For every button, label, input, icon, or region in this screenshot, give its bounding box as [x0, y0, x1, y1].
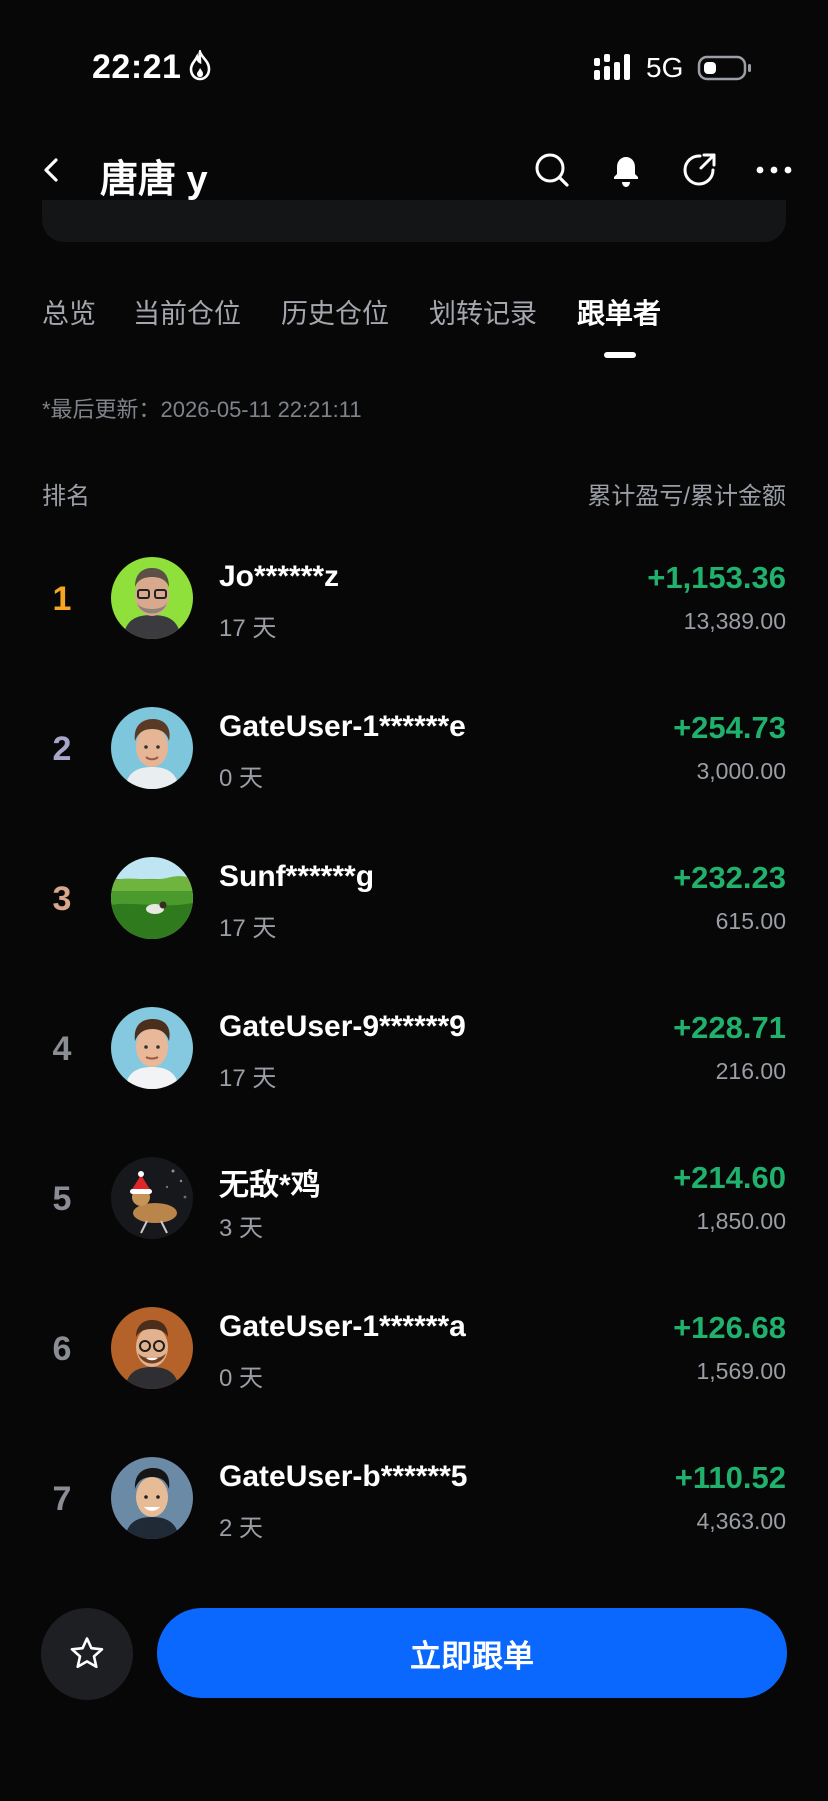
bell-icon[interactable] — [606, 150, 646, 190]
last-updated-text: *最后更新：2026-05-11 22:21:11 — [42, 397, 362, 422]
avatar — [111, 857, 193, 939]
app-screen: 22:21 5G 唐唐 y 总览 当前仓位 历史仓位 划转记录 跟单者 *最后更… — [0, 0, 828, 1801]
column-header-rank: 排名 — [42, 483, 90, 510]
follower-name: GateUser-b******5 — [219, 1460, 468, 1493]
avatar — [111, 707, 193, 789]
follower-name: GateUser-1******a — [219, 1310, 466, 1343]
avatar — [111, 1457, 193, 1539]
follow-days: 0 天 — [219, 1365, 264, 1392]
follower-row[interactable]: 3 Sunf******g 17 天 +232.23 615.00 — [0, 840, 828, 970]
rank-number: 2 — [52, 730, 72, 768]
follower-row[interactable]: 5 无敌*鸡 3 天 +214.60 1,850.00 — [0, 1140, 828, 1270]
share-icon[interactable] — [680, 150, 720, 190]
network-type: 5G — [646, 52, 684, 83]
follower-row[interactable]: 6 GateUser-1******a 0 天 +126.68 1,569.00 — [0, 1290, 828, 1420]
cumulative-amount: 1,850.00 — [696, 1208, 786, 1234]
avatar — [111, 1007, 193, 1089]
tab-bar: 总览 当前仓位 历史仓位 划转记录 跟单者 — [0, 292, 828, 362]
follower-name: Jo******z — [219, 560, 340, 593]
tab-transfer-records[interactable]: 划转记录 — [429, 292, 537, 331]
rank-number: 1 — [52, 580, 72, 618]
more-dots-icon[interactable] — [754, 150, 794, 190]
rank-number: 3 — [52, 880, 72, 918]
cumulative-pnl: +110.52 — [674, 1460, 786, 1495]
follower-row[interactable]: 1 Jo******z 17 天 +1,153.36 13,389.00 — [0, 540, 828, 670]
cumulative-amount: 4,363.00 — [696, 1508, 786, 1534]
follower-row[interactable]: 2 GateUser-1******e 0 天 +254.73 3,000.00 — [0, 690, 828, 820]
cumulative-amount: 615.00 — [715, 908, 786, 934]
flame-icon — [189, 50, 211, 81]
follow-days: 2 天 — [219, 1515, 264, 1542]
follower-name: Sunf******g — [219, 860, 375, 893]
cumulative-pnl: +232.23 — [673, 860, 786, 895]
follow-days: 3 天 — [219, 1215, 264, 1242]
star-icon — [70, 1637, 104, 1669]
cumulative-amount: 216.00 — [715, 1058, 786, 1084]
cumulative-pnl: +1,153.36 — [647, 560, 786, 595]
cumulative-amount: 3,000.00 — [696, 758, 786, 784]
tab-current-positions[interactable]: 当前仓位 — [133, 292, 241, 331]
cumulative-amount: 13,389.00 — [683, 608, 786, 634]
follower-name: GateUser-1******e — [219, 710, 466, 743]
rank-number: 6 — [52, 1330, 72, 1368]
follow-now-button[interactable]: 立即跟单 — [157, 1608, 787, 1698]
tab-history-positions[interactable]: 历史仓位 — [281, 292, 389, 331]
page-title: 唐唐 y — [100, 159, 208, 201]
cumulative-pnl: +126.68 — [673, 1310, 786, 1345]
cumulative-pnl: +228.71 — [673, 1010, 786, 1045]
tab-followers[interactable]: 跟单者 — [577, 292, 661, 332]
search-icon[interactable] — [532, 150, 572, 190]
active-tab-indicator — [604, 352, 636, 358]
cumulative-pnl: +254.73 — [673, 710, 786, 745]
cumulative-pnl: +214.60 — [673, 1160, 786, 1195]
rank-number: 7 — [52, 1480, 72, 1518]
tab-overview[interactable]: 总览 — [42, 292, 96, 331]
status-time: 22:21 — [92, 48, 182, 86]
favorite-button[interactable] — [41, 1608, 133, 1700]
header-card-bottom — [42, 200, 786, 242]
follower-row[interactable]: 7 GateUser-b******5 2 天 +110.52 4,363.00 — [0, 1440, 828, 1570]
signal-icon — [594, 54, 630, 80]
follow-days: 17 天 — [219, 1065, 277, 1092]
avatar — [111, 557, 193, 639]
rank-number: 4 — [52, 1030, 72, 1068]
cumulative-amount: 1,569.00 — [696, 1358, 786, 1384]
status-bar: 22:21 5G — [0, 0, 828, 120]
follower-row[interactable]: 4 GateUser-9******9 17 天 +228.71 216.00 — [0, 990, 828, 1120]
column-header-pnl-amount: 累计盈亏/累计金额 — [587, 483, 786, 510]
avatar — [111, 1157, 193, 1239]
follower-name: 无敌*鸡 — [219, 1169, 321, 1202]
follower-name: GateUser-9******9 — [219, 1010, 466, 1043]
follow-days: 17 天 — [219, 615, 277, 642]
follow-days: 17 天 — [219, 915, 277, 942]
avatar — [111, 1307, 193, 1389]
back-button[interactable] — [36, 150, 66, 190]
rank-number: 5 — [52, 1180, 72, 1218]
battery-icon — [697, 55, 751, 81]
follow-days: 0 天 — [219, 765, 264, 792]
